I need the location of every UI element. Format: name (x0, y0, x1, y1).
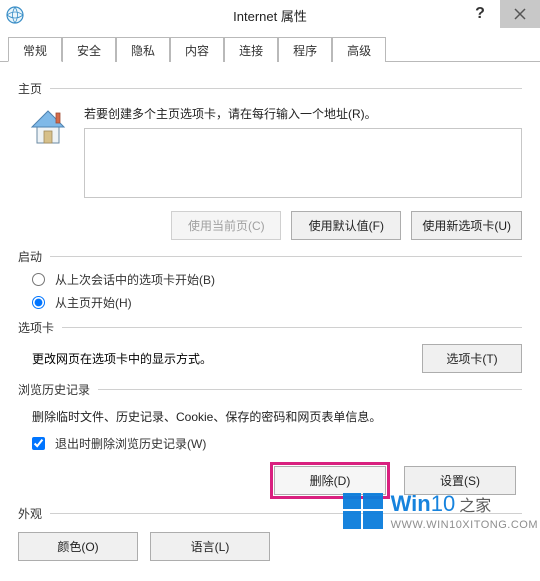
use-current-button: 使用当前页(C) (171, 211, 281, 240)
languages-button[interactable]: 语言(L) (150, 532, 270, 561)
appearance-button-row: 颜色(O) 语言(L) (18, 532, 522, 561)
history-heading-label: 浏览历史记录 (18, 381, 90, 398)
tab-general[interactable]: 常规 (8, 37, 62, 62)
homepage-heading-label: 主页 (18, 80, 42, 97)
tabs-heading-label: 选项卡 (18, 319, 54, 336)
tab-security[interactable]: 安全 (62, 37, 116, 62)
tab-programs[interactable]: 程序 (278, 37, 332, 62)
divider (50, 88, 522, 89)
colors-button[interactable]: 颜色(O) (18, 532, 138, 561)
tabs-desc: 更改网页在选项卡中的显示方式。 (32, 350, 422, 367)
homepage-hint: 若要创建多个主页选项卡，请在每行输入一个地址(R)。 (84, 105, 522, 122)
delete-on-exit-checkbox[interactable] (32, 437, 45, 450)
window-title: Internet 属性 (0, 6, 540, 25)
use-default-button[interactable]: 使用默认值(F) (291, 211, 401, 240)
tab-connections[interactable]: 连接 (224, 37, 278, 62)
history-checkbox-row[interactable]: 退出时删除浏览历史记录(W) (32, 435, 522, 452)
use-newtab-button[interactable]: 使用新选项卡(U) (411, 211, 522, 240)
section-appearance-heading: 外观 (18, 505, 522, 522)
divider (50, 513, 522, 514)
tab-advanced[interactable]: 高级 (332, 37, 386, 62)
window-buttons: ? (460, 0, 540, 36)
radio-last-session[interactable]: 从上次会话中的选项卡开始(B) (32, 271, 522, 288)
section-homepage-heading: 主页 (18, 80, 522, 97)
homepage-textarea[interactable] (84, 128, 522, 198)
tab-privacy[interactable]: 隐私 (116, 37, 170, 62)
appearance-heading-label: 外观 (18, 505, 42, 522)
tab-content-area: 主页 若要创建多个主页选项卡，请在每行输入一个地址(R)。 使用当前页(C) 使… (0, 62, 540, 561)
home-icon (24, 103, 72, 151)
section-startup-heading: 启动 (18, 248, 522, 265)
section-tabs-heading: 选项卡 (18, 319, 522, 336)
history-desc: 删除临时文件、历史记录、Cookie、保存的密码和网页表单信息。 (32, 408, 522, 425)
radio-last-session-input[interactable] (32, 273, 45, 286)
radio-homepage-input[interactable] (32, 296, 45, 309)
tabs-section-row: 更改网页在选项卡中的显示方式。 选项卡(T) (32, 344, 522, 373)
settings-button[interactable]: 设置(S) (404, 466, 516, 495)
startup-heading-label: 启动 (18, 248, 42, 265)
tab-content[interactable]: 内容 (170, 37, 224, 62)
homepage-row: 若要创建多个主页选项卡，请在每行输入一个地址(R)。 (18, 103, 522, 201)
radio-homepage-label: 从主页开始(H) (55, 294, 132, 311)
history-button-row: 删除(D) 设置(S) (18, 466, 522, 495)
help-button[interactable]: ? (460, 0, 500, 28)
radio-last-session-label: 从上次会话中的选项卡开始(B) (55, 271, 215, 288)
close-button[interactable] (500, 0, 540, 28)
homepage-column: 若要创建多个主页选项卡，请在每行输入一个地址(R)。 (84, 103, 522, 201)
divider (50, 256, 522, 257)
tabs-button[interactable]: 选项卡(T) (422, 344, 522, 373)
homepage-button-row: 使用当前页(C) 使用默认值(F) 使用新选项卡(U) (18, 211, 522, 240)
radio-homepage[interactable]: 从主页开始(H) (32, 294, 522, 311)
tab-strip: 常规 安全 隐私 内容 连接 程序 高级 (0, 36, 540, 62)
section-history-heading: 浏览历史记录 (18, 381, 522, 398)
divider (62, 327, 522, 328)
title-bar: Internet 属性 ? (0, 0, 540, 30)
divider (98, 389, 522, 390)
delete-button[interactable]: 删除(D) (274, 466, 386, 495)
delete-on-exit-label: 退出时删除浏览历史记录(W) (55, 435, 206, 452)
